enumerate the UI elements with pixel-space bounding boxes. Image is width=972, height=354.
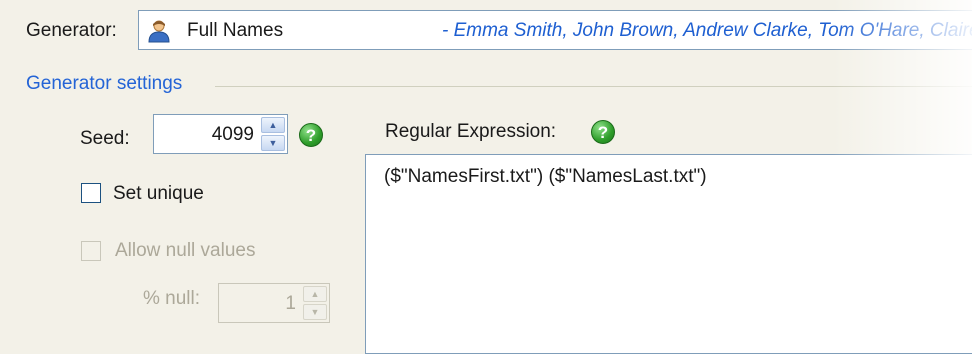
allow-null-checkbox[interactable]: [81, 241, 101, 261]
allow-null-label: Allow null values: [115, 240, 256, 261]
set-unique-checkbox[interactable]: [81, 183, 101, 203]
regex-help-icon[interactable]: ?: [591, 120, 615, 144]
spin-down-icon[interactable]: ▼: [261, 135, 285, 151]
regex-label: Regular Expression:: [385, 121, 557, 142]
generator-examples: - Emma Smith, John Brown, Andrew Clarke,…: [442, 20, 972, 41]
person-icon: [148, 20, 170, 43]
percent-null-value: 1: [285, 293, 296, 314]
section-divider: [215, 86, 972, 87]
seed-help-icon[interactable]: ?: [299, 123, 323, 147]
percent-null-spinner[interactable]: ▲ ▼: [303, 286, 327, 320]
spin-up-icon[interactable]: ▲: [303, 286, 327, 302]
section-title: Generator settings: [26, 73, 183, 94]
set-unique-label: Set unique: [113, 183, 204, 204]
generator-label: Generator:: [26, 20, 117, 41]
regex-text: ($"NamesFirst.txt") ($"NamesLast.txt"): [384, 166, 707, 187]
seed-value: 4099: [211, 124, 254, 145]
percent-null-label: % null:: [143, 288, 201, 309]
generator-combobox[interactable]: Full Names - Emma Smith, John Brown, And…: [138, 10, 972, 50]
spin-down-icon[interactable]: ▼: [303, 304, 327, 320]
seed-label: Seed:: [80, 128, 130, 149]
generator-name: Full Names: [187, 20, 284, 41]
seed-spinner[interactable]: ▲ ▼: [261, 117, 285, 151]
percent-null-input[interactable]: 1 ▲ ▼: [218, 283, 330, 323]
seed-input[interactable]: 4099 ▲ ▼: [153, 114, 288, 154]
regex-textarea[interactable]: ($"NamesFirst.txt") ($"NamesLast.txt"): [365, 154, 972, 354]
spin-up-icon[interactable]: ▲: [261, 117, 285, 133]
